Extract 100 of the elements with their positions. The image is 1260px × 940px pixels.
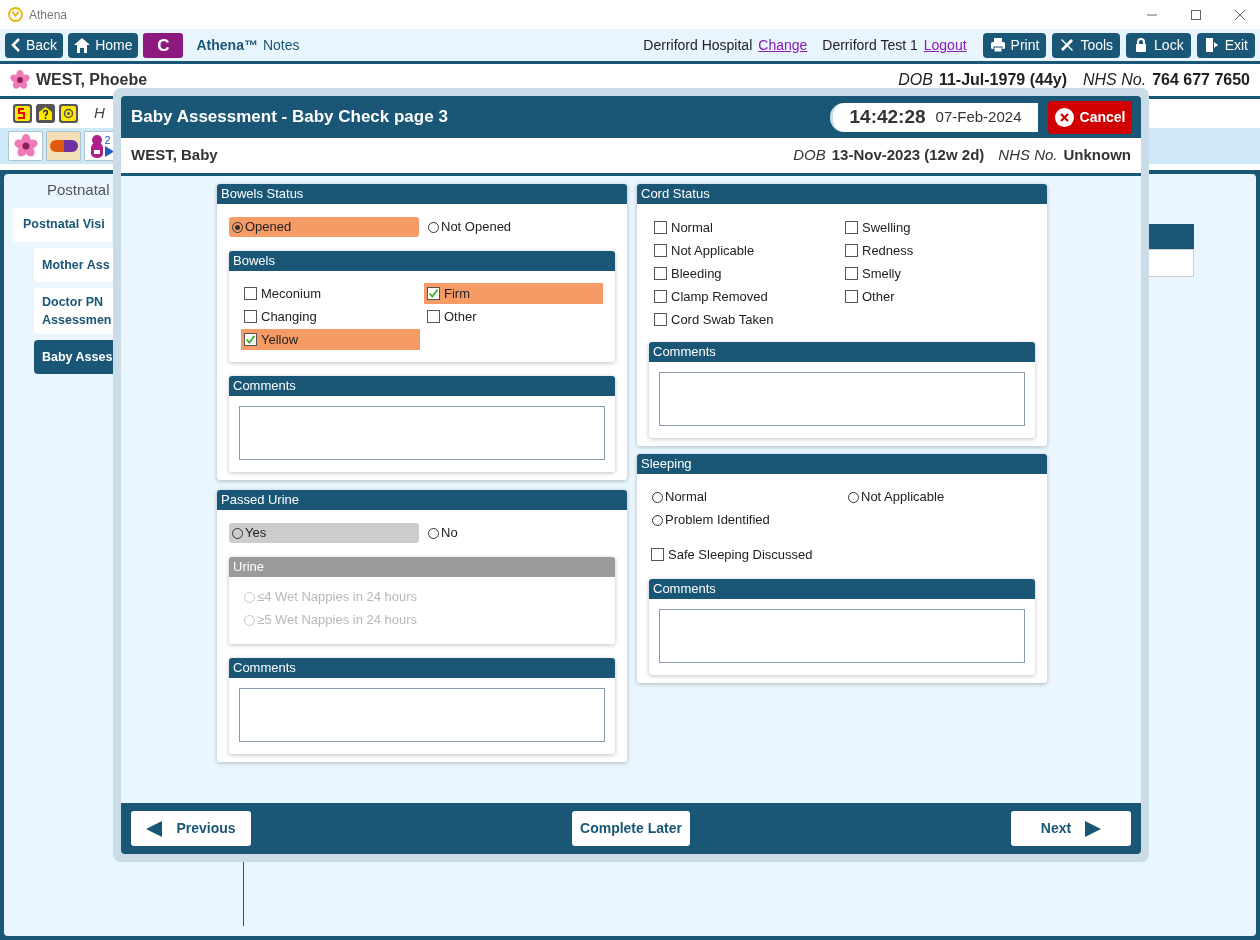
checkbox-option[interactable]: Redness [842, 240, 1033, 261]
radio-option[interactable]: Not Applicable [845, 487, 1035, 507]
logout-link[interactable]: Logout [923, 34, 967, 56]
radio-option[interactable]: Problem Identified [649, 510, 839, 530]
checkbox-option[interactable]: Other [842, 286, 1033, 307]
nav-item[interactable]: Postnatal Visi [13, 207, 112, 242]
toolbar-button[interactable]: Lock [1126, 32, 1191, 58]
cancel-button[interactable]: Cancel [1048, 100, 1132, 134]
maximize-icon[interactable] [1190, 8, 1202, 21]
section-header: Comments [229, 376, 615, 396]
nhs-label: NHS No. [1083, 70, 1147, 90]
dob-label: DOB [898, 70, 933, 90]
hospital-name: Derriford Hospital [643, 35, 753, 55]
icon-tab[interactable] [46, 131, 81, 161]
nhs-value: Unknown [1063, 145, 1131, 166]
checkbox[interactable] [845, 290, 858, 303]
radio-option[interactable]: No [425, 523, 615, 543]
checkbox-option[interactable]: Other [424, 306, 603, 327]
complete-later-button[interactable]: Complete Later [572, 811, 690, 846]
checkbox-option[interactable]: Meconium [241, 283, 420, 304]
checkbox[interactable] [244, 287, 257, 300]
checkbox[interactable] [244, 333, 257, 346]
checkbox-option[interactable]: Cord Swab Taken [651, 309, 842, 330]
user-name: Derriford Test 1 [822, 35, 918, 55]
checkbox[interactable] [845, 221, 858, 234]
nhs-value: 764 677 7650 [1152, 70, 1250, 90]
nav-button[interactable]: Back [5, 32, 64, 58]
checkbox[interactable] [654, 221, 667, 234]
checkbox[interactable] [654, 313, 667, 326]
dob-label: DOB [793, 145, 826, 166]
comments-field[interactable] [239, 688, 605, 742]
comments-field[interactable] [239, 406, 605, 460]
checkbox-option[interactable]: Normal [651, 217, 842, 238]
checkbox-option[interactable]: Smelly [842, 263, 1033, 284]
previous-button[interactable]: Previous [131, 811, 251, 846]
alert-gear-icon [59, 104, 78, 123]
flower-icon [10, 70, 30, 90]
checkbox[interactable] [651, 548, 664, 561]
checkbox[interactable] [654, 267, 667, 280]
c-button[interactable]: C [143, 32, 184, 58]
section-header: Sleeping [637, 454, 1047, 474]
section-header: Comments [649, 579, 1035, 599]
patient-name: WEST, Phoebe [36, 70, 148, 90]
alert-text: H [94, 103, 105, 124]
section-header: Urine [229, 557, 615, 577]
next-button[interactable]: Next [1011, 811, 1131, 846]
toolbar-button[interactable]: Exit [1196, 32, 1255, 58]
pill-icon [49, 140, 78, 152]
checkbox-option[interactable]: Safe Sleeping Discussed [648, 544, 826, 565]
comments-field[interactable] [659, 372, 1025, 426]
checkbox[interactable] [654, 244, 667, 257]
checkbox-option[interactable]: Bleeding [651, 263, 842, 284]
checkbox[interactable] [654, 290, 667, 303]
alert-question-icon [36, 104, 55, 123]
checkbox-option[interactable]: Swelling [842, 217, 1033, 238]
checkbox-option[interactable]: Yellow [241, 329, 420, 350]
brand-name: Athena™ [196, 35, 258, 55]
radio-option[interactable]: Not Opened [425, 217, 615, 237]
home-icon [74, 37, 91, 53]
comments-field[interactable] [659, 609, 1025, 663]
window-title: Athena [29, 6, 68, 24]
radio-option[interactable]: Opened [229, 217, 419, 237]
section-header: Bowels [229, 251, 615, 271]
section-header: Bowels Status [217, 184, 627, 204]
checkbox[interactable] [845, 244, 858, 257]
checkbox-option[interactable]: Changing [241, 306, 420, 327]
radio-option[interactable]: Yes [229, 523, 419, 543]
toolbar-button[interactable]: Print [982, 32, 1047, 58]
triangle-right-icon [1085, 820, 1102, 837]
checkbox-option[interactable]: Not Applicable [651, 240, 842, 261]
checkbox[interactable] [427, 287, 440, 300]
flower-icon [13, 134, 38, 158]
section-header: Cord Status [637, 184, 1047, 204]
chevron-left-icon [11, 38, 21, 52]
dob-value: 13-Nov-2023 (12w 2d) [831, 145, 985, 166]
date-text: 07-Feb-2024 [935, 106, 1022, 127]
checkbox[interactable] [244, 310, 257, 323]
toolbar-button[interactable]: Tools [1052, 32, 1121, 58]
close-icon[interactable] [1234, 8, 1246, 21]
count-label: 2 [104, 135, 111, 146]
nhs-label: NHS No. [998, 145, 1058, 166]
checkbox[interactable] [427, 310, 440, 323]
tools-icon [1059, 37, 1076, 53]
radio-option[interactable]: Normal [649, 487, 839, 507]
triangle-left-icon [146, 820, 163, 837]
close-circle-icon [1054, 107, 1074, 127]
dob-value: 11-Jul-1979 (44y) [938, 70, 1067, 90]
exit-icon [1203, 37, 1220, 53]
checkbox-option[interactable]: Clamp Removed [651, 286, 842, 307]
time-text: 14:42:28 [849, 104, 926, 129]
change-link[interactable]: Change [758, 34, 808, 56]
baby-name: WEST, Baby [131, 145, 218, 166]
checkbox-option[interactable]: Firm [424, 283, 603, 304]
person-icon [89, 134, 104, 158]
checkbox[interactable] [845, 267, 858, 280]
nav-button[interactable]: Home [68, 32, 139, 58]
section-header: Comments [649, 342, 1035, 362]
icon-tab[interactable] [8, 131, 43, 161]
printer-icon [989, 37, 1006, 53]
section-header: Passed Urine [217, 490, 627, 510]
